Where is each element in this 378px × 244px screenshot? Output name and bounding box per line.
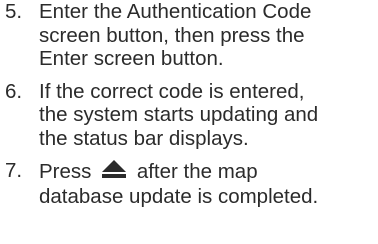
step-number: 6.	[5, 79, 23, 103]
step-7: 7. Press after the map database update i…	[5, 159, 375, 208]
step-text-line: screen button, then press the	[39, 23, 305, 47]
step-number: 5.	[5, 0, 23, 23]
step-text: Press after the map database update is c…	[39, 159, 375, 208]
step-text: Enter the Authentication Code screen but…	[39, 0, 375, 71]
step-text-line: Enter the Authentication Code	[39, 0, 312, 23]
step-text-before-icon: Press	[39, 160, 92, 183]
instruction-steps: 5. Enter the Authentication Code screen …	[5, 0, 375, 208]
step-text-line: Enter screen button.	[39, 47, 224, 70]
step-text-line: the status bar displays.	[39, 126, 249, 150]
step-text-line: Press after the map	[39, 159, 375, 185]
step-5: 5. Enter the Authentication Code screen …	[5, 0, 375, 71]
step-text-line: If the correct code is entered,	[39, 79, 305, 103]
step-text-line: database update is completed.	[39, 184, 319, 208]
step-text-after-icon: after the map	[136, 160, 258, 183]
step-number: 7.	[5, 159, 23, 182]
step-text-line: the system starts updating and	[39, 103, 319, 126]
eject-icon	[101, 159, 127, 185]
step-6: 6. If the correct code is entered, the s…	[5, 80, 375, 151]
step-text: If the correct code is entered, the syst…	[39, 80, 375, 151]
